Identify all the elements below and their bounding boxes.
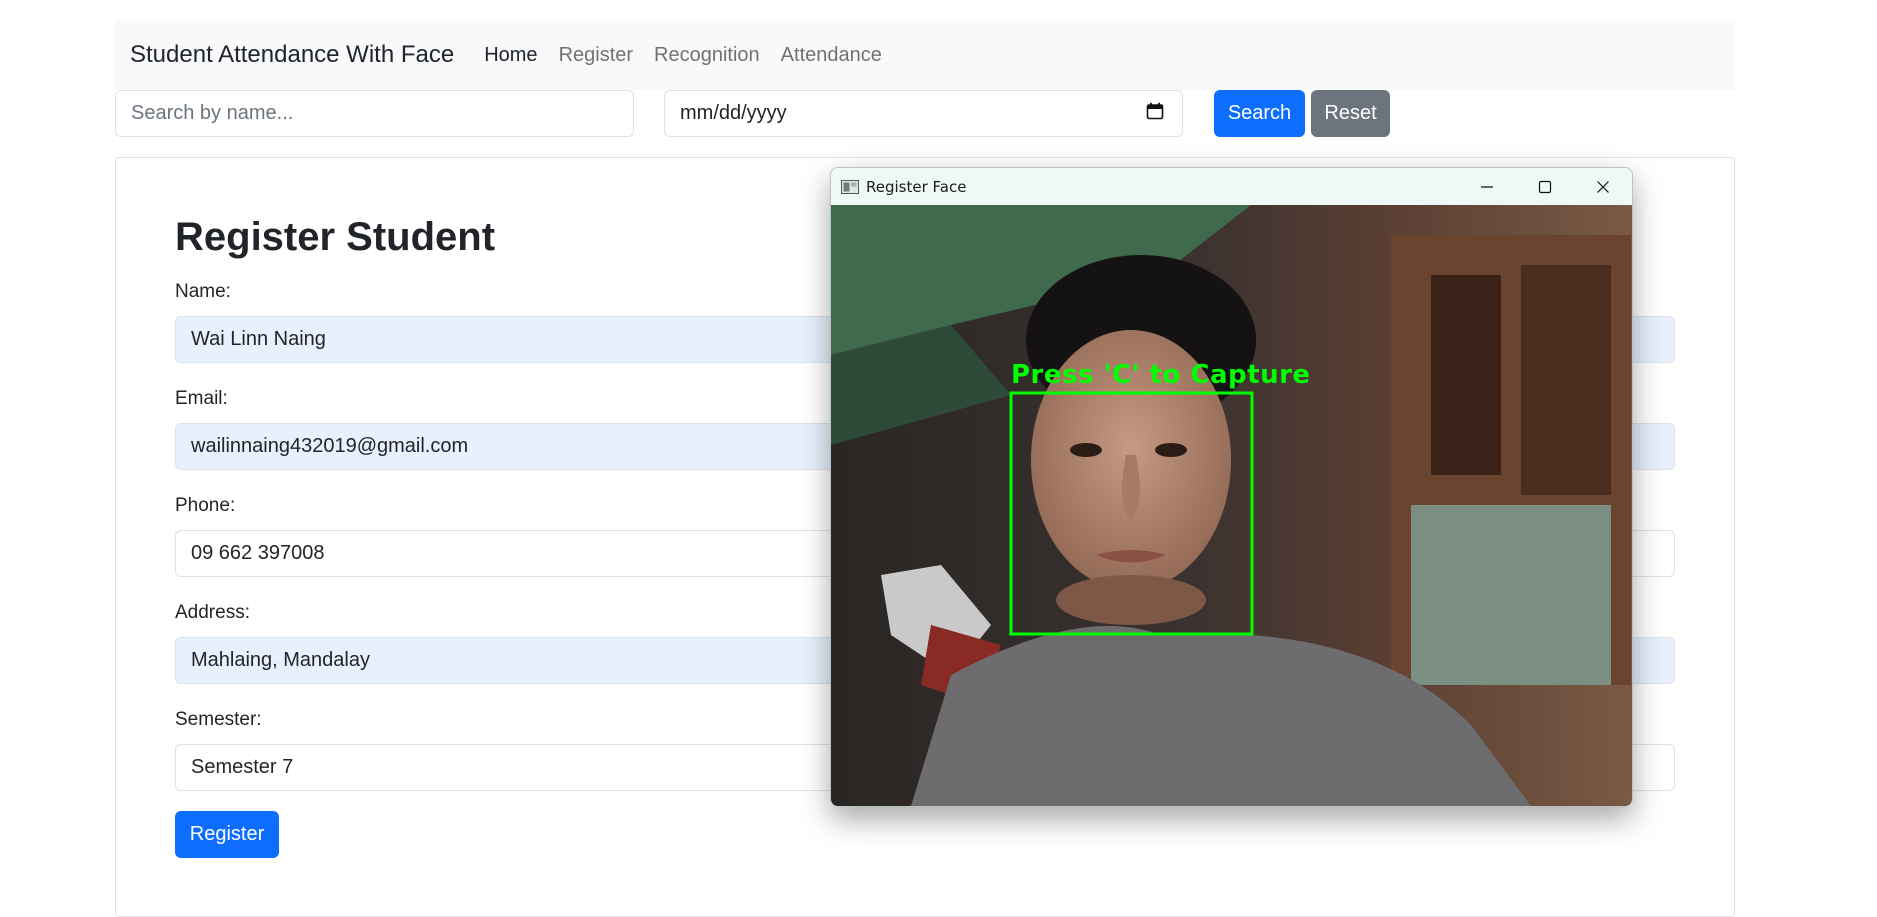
phone-value: 09 662 397008 [191,542,325,564]
calendar-icon[interactable] [1146,102,1164,126]
date-input[interactable]: mm/dd/yyyy [664,90,1183,137]
window-title: Register Face [866,177,967,196]
semester-label: Semester: [175,709,262,730]
nav-link-attendance[interactable]: Attendance [781,44,882,67]
window-titlebar[interactable]: Register Face [831,168,1632,205]
register-face-window[interactable]: Register Face Press 'C' to Capture [830,167,1633,807]
search-name-placeholder: Search by name... [131,102,294,124]
page-title: Register Student [175,215,496,259]
address-value: Mahlaing, Mandalay [191,649,370,671]
window-app-icon [841,179,859,194]
nav-link-home[interactable]: Home [484,44,537,67]
close-icon[interactable] [1574,168,1632,205]
navbar: Student Attendance With Face Home Regist… [115,20,1735,90]
navbar-brand[interactable]: Student Attendance With Face [130,41,454,69]
minimize-icon[interactable] [1458,168,1516,205]
search-name-input[interactable]: Search by name... [115,90,634,137]
email-value: wailinnaing432019@gmail.com [191,435,469,457]
name-value: Wai Linn Naing [191,328,326,350]
address-label: Address: [175,602,250,623]
maximize-icon[interactable] [1516,168,1574,205]
nav-link-recognition[interactable]: Recognition [654,44,760,67]
register-button[interactable]: Register [175,811,279,858]
capture-hint-text: Press 'C' to Capture [1011,360,1311,390]
search-button[interactable]: Search [1214,90,1305,137]
name-label: Name: [175,281,231,302]
camera-feed: Press 'C' to Capture [831,205,1632,806]
email-label: Email: [175,388,228,409]
nav-link-register[interactable]: Register [559,44,633,67]
phone-label: Phone: [175,495,236,516]
semester-value: Semester 7 [191,756,294,778]
reset-button[interactable]: Reset [1311,90,1390,137]
date-placeholder: mm/dd/yyyy [680,102,787,124]
